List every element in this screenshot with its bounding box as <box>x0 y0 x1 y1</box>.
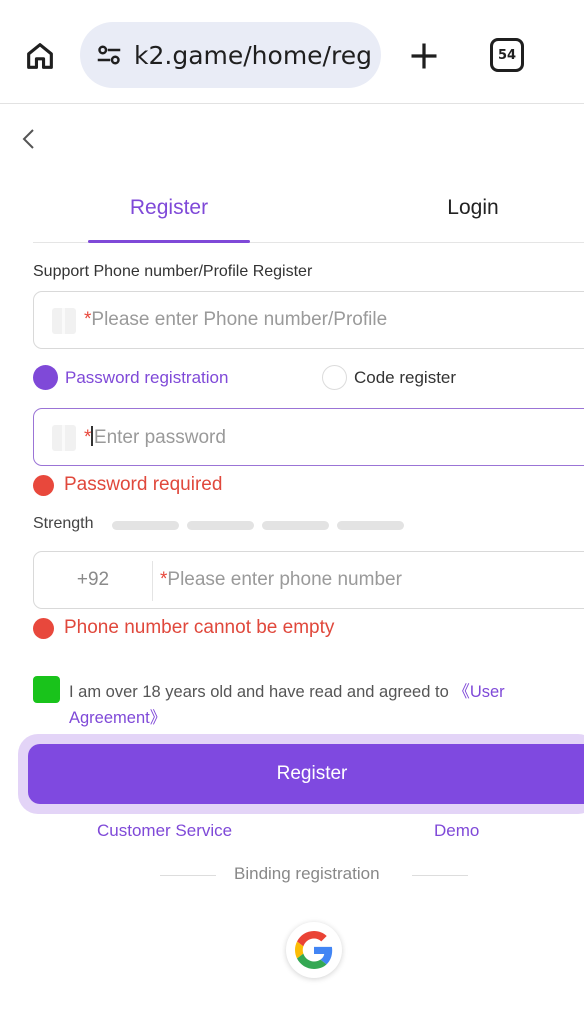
url-text[interactable]: k2.game/home/reg <box>134 41 372 70</box>
password-placeholder: * Enter password <box>84 426 226 449</box>
home-icon[interactable] <box>20 36 60 76</box>
radio-password-label: Password registration <box>65 367 229 387</box>
customer-service-link[interactable]: Customer Service <box>97 821 232 841</box>
radio-password-registration[interactable]: Password registration <box>33 365 228 390</box>
register-button[interactable]: Register <box>28 744 584 804</box>
radio-code-label: Code register <box>354 367 457 387</box>
password-error-text: Password required <box>64 474 223 495</box>
strength-bar-3 <box>262 521 329 530</box>
divider-left <box>160 875 216 876</box>
field-icon <box>52 425 76 451</box>
agreement-checkbox[interactable] <box>33 676 60 703</box>
password-input[interactable]: * Enter password <box>33 408 584 466</box>
google-icon <box>295 931 333 969</box>
browser-toolbar: k2.game/home/reg 54 <box>0 0 584 104</box>
register-button-label: Register <box>276 763 348 784</box>
account-placeholder-text: Please enter Phone number/Profile <box>91 309 388 330</box>
country-code-divider <box>152 561 153 601</box>
binding-registration-label: Binding registration <box>234 864 380 883</box>
phone-error: Phone number cannot be empty <box>33 617 334 639</box>
account-input[interactable]: *Please enter Phone number/Profile <box>33 291 584 349</box>
strength-label: Strength <box>33 515 94 532</box>
google-login-button[interactable] <box>286 922 342 978</box>
text-caret <box>91 426 93 446</box>
error-icon <box>33 617 54 639</box>
tab-login[interactable]: Login <box>392 196 554 220</box>
back-arrow-icon[interactable] <box>14 124 44 154</box>
divider-right <box>412 875 468 876</box>
plus-icon[interactable] <box>404 36 444 76</box>
account-placeholder: *Please enter Phone number/Profile <box>84 309 387 331</box>
phone-error-text: Phone number cannot be empty <box>64 617 335 638</box>
tab-active-indicator <box>88 240 250 243</box>
required-mark: * <box>84 427 92 448</box>
strength-bar-4 <box>337 521 404 530</box>
radio-code-register[interactable]: Code register <box>322 365 456 390</box>
tune-icon[interactable] <box>94 40 124 70</box>
radio-empty-dot[interactable] <box>322 365 347 390</box>
support-label: Support Phone number/Profile Register <box>33 263 313 280</box>
password-placeholder-text: Enter password <box>93 427 226 448</box>
strength-bar-1 <box>112 521 179 530</box>
address-bar[interactable]: k2.game/home/reg <box>80 22 381 88</box>
tabs-counter-icon[interactable]: 54 <box>490 38 524 72</box>
strength-bar-2 <box>187 521 254 530</box>
field-icon <box>52 308 76 334</box>
phone-input[interactable]: +92 *Please enter phone number <box>33 551 584 609</box>
phone-placeholder: *Please enter phone number <box>160 569 402 591</box>
country-code[interactable]: +92 <box>34 552 152 608</box>
error-icon <box>33 474 54 496</box>
phone-placeholder-text: Please enter phone number <box>167 569 402 590</box>
agreement-statement: I am over 18 years old and have read and… <box>69 683 454 701</box>
demo-link[interactable]: Demo <box>434 821 479 841</box>
password-error: Password required <box>33 474 222 496</box>
radio-selected-dot[interactable] <box>33 365 58 390</box>
agreement-text: I am over 18 years old and have read and… <box>69 679 569 731</box>
tab-register[interactable]: Register <box>88 196 250 220</box>
